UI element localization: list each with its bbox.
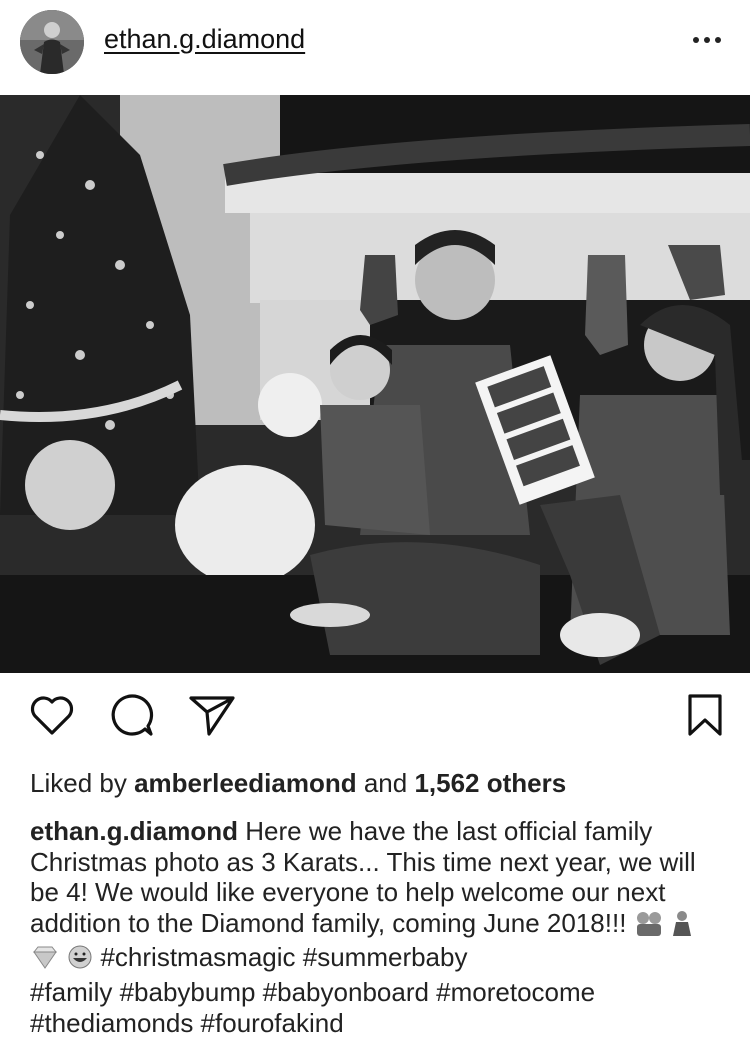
likes-prefix: Liked by [30,768,127,798]
hashtags-line-3[interactable]: #thediamonds #fourofakind [30,1008,344,1038]
post-header: ethan.g.diamond [0,0,750,95]
liker-username[interactable]: amberleediamond [134,768,357,798]
post-photo[interactable] [0,95,750,673]
likes-middle: and [363,768,408,798]
hashtags-line-1[interactable]: #christmasmagic #summerbaby [100,942,467,972]
post-username[interactable]: ethan.g.diamond [104,24,305,55]
comment-icon[interactable] [107,690,157,740]
family-emoji [634,910,664,943]
share-icon[interactable] [187,690,237,740]
likes-count[interactable]: 1,562 others [414,768,566,798]
more-icon[interactable] [690,28,724,52]
heart-icon[interactable] [27,690,77,740]
hashtags-line-2[interactable]: #family #babybump #babyonboard #moretoco… [30,977,595,1007]
likes-summary: Liked by amberleediamond and 1,562 other… [30,768,566,799]
post-actions [0,690,750,754]
pregnant-woman-emoji [671,910,693,943]
grinning-face-emoji [67,944,93,977]
avatar[interactable] [20,10,84,74]
post-caption: ethan.g.diamond Here we have the last of… [30,816,730,1038]
bookmark-icon[interactable] [680,690,730,740]
caption-username[interactable]: ethan.g.diamond [30,816,238,846]
gem-emoji [30,946,60,977]
